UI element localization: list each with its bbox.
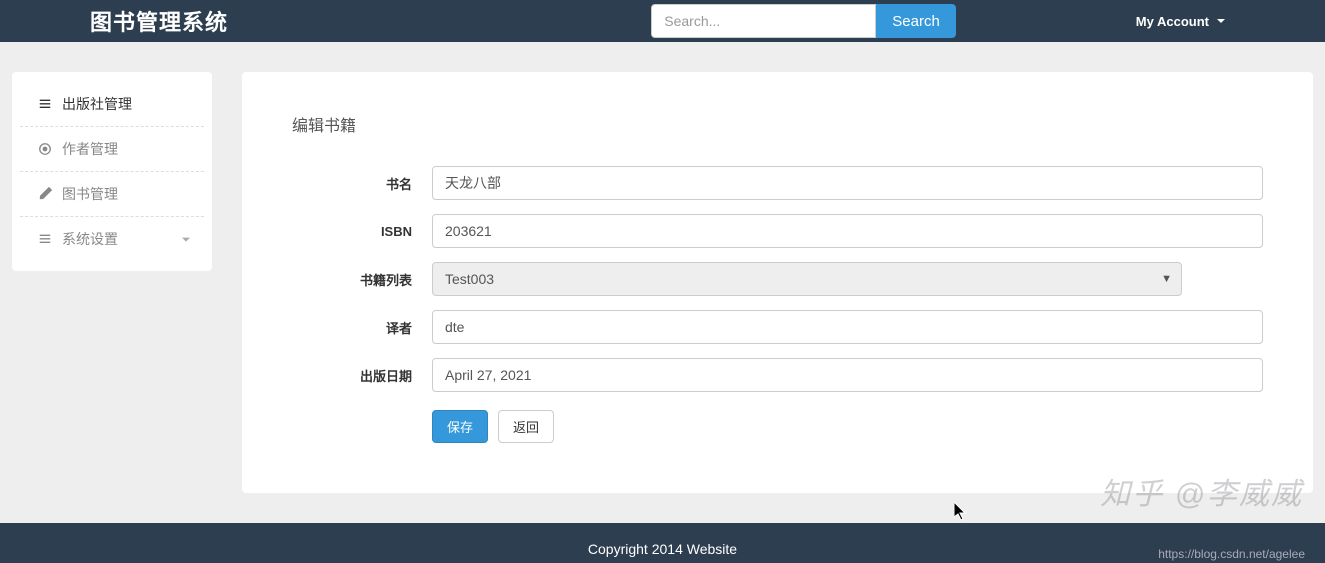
brand-title: 图书管理系统 <box>90 5 228 37</box>
label-translator: 译者 <box>292 318 432 337</box>
back-button[interactable]: 返回 <box>498 410 554 443</box>
input-isbn[interactable] <box>432 214 1263 248</box>
label-isbn: ISBN <box>292 224 432 239</box>
list-icon <box>38 97 52 111</box>
chevron-down-icon <box>1217 19 1225 23</box>
label-title: 书名 <box>292 174 432 193</box>
page-title: 编辑书籍 <box>292 112 1263 136</box>
search-input[interactable] <box>651 4 876 38</box>
sidebar: 出版社管理 作者管理 图书管理 系统设置 <box>12 72 212 271</box>
sidebar-item-settings[interactable]: 系统设置 <box>20 217 204 261</box>
account-label: My Account <box>1136 14 1209 29</box>
sidebar-item-author[interactable]: 作者管理 <box>20 127 204 172</box>
pencil-icon <box>38 187 52 201</box>
form-row-booklist: 书籍列表 Test003 ▼ <box>292 262 1263 296</box>
input-translator[interactable] <box>432 310 1263 344</box>
input-pubdate[interactable] <box>432 358 1263 392</box>
main-container: 出版社管理 作者管理 图书管理 系统设置 编辑书籍 书名 <box>0 42 1325 493</box>
input-title[interactable] <box>432 166 1263 200</box>
search-form: Search <box>651 4 956 38</box>
search-button[interactable]: Search <box>876 4 956 38</box>
sidebar-item-book[interactable]: 图书管理 <box>20 172 204 217</box>
label-booklist: 书籍列表 <box>292 270 432 289</box>
footer: Copyright 2014 Website https://blog.csdn… <box>0 523 1325 563</box>
sidebar-item-publisher[interactable]: 出版社管理 <box>20 82 204 127</box>
sidebar-item-label: 作者管理 <box>62 139 118 159</box>
sidebar-item-label: 系统设置 <box>62 229 118 249</box>
label-pubdate: 出版日期 <box>292 366 432 385</box>
footer-copyright: Copyright 2014 Website <box>588 541 737 557</box>
form-row-isbn: ISBN <box>292 214 1263 248</box>
target-icon <box>38 142 52 156</box>
footer-sublink: https://blog.csdn.net/agelee <box>1158 547 1305 561</box>
top-navbar: 图书管理系统 Search My Account <box>0 0 1325 42</box>
form-row-translator: 译者 <box>292 310 1263 344</box>
save-button[interactable]: 保存 <box>432 410 488 443</box>
list-icon <box>38 232 52 246</box>
form-row-title: 书名 <box>292 166 1263 200</box>
chevron-down-icon <box>182 231 190 247</box>
form-row-pubdate: 出版日期 <box>292 358 1263 392</box>
sidebar-item-label: 出版社管理 <box>62 94 132 114</box>
account-dropdown[interactable]: My Account <box>1136 14 1225 29</box>
select-booklist[interactable]: Test003 <box>432 262 1182 296</box>
cursor-icon <box>954 502 970 522</box>
form-actions: 保存 返回 <box>432 410 1263 443</box>
select-wrapper-booklist: Test003 ▼ <box>432 262 1182 296</box>
main-panel: 编辑书籍 书名 ISBN 书籍列表 Test003 ▼ 译者 出版日期 <box>242 72 1313 493</box>
sidebar-item-label: 图书管理 <box>62 184 118 204</box>
